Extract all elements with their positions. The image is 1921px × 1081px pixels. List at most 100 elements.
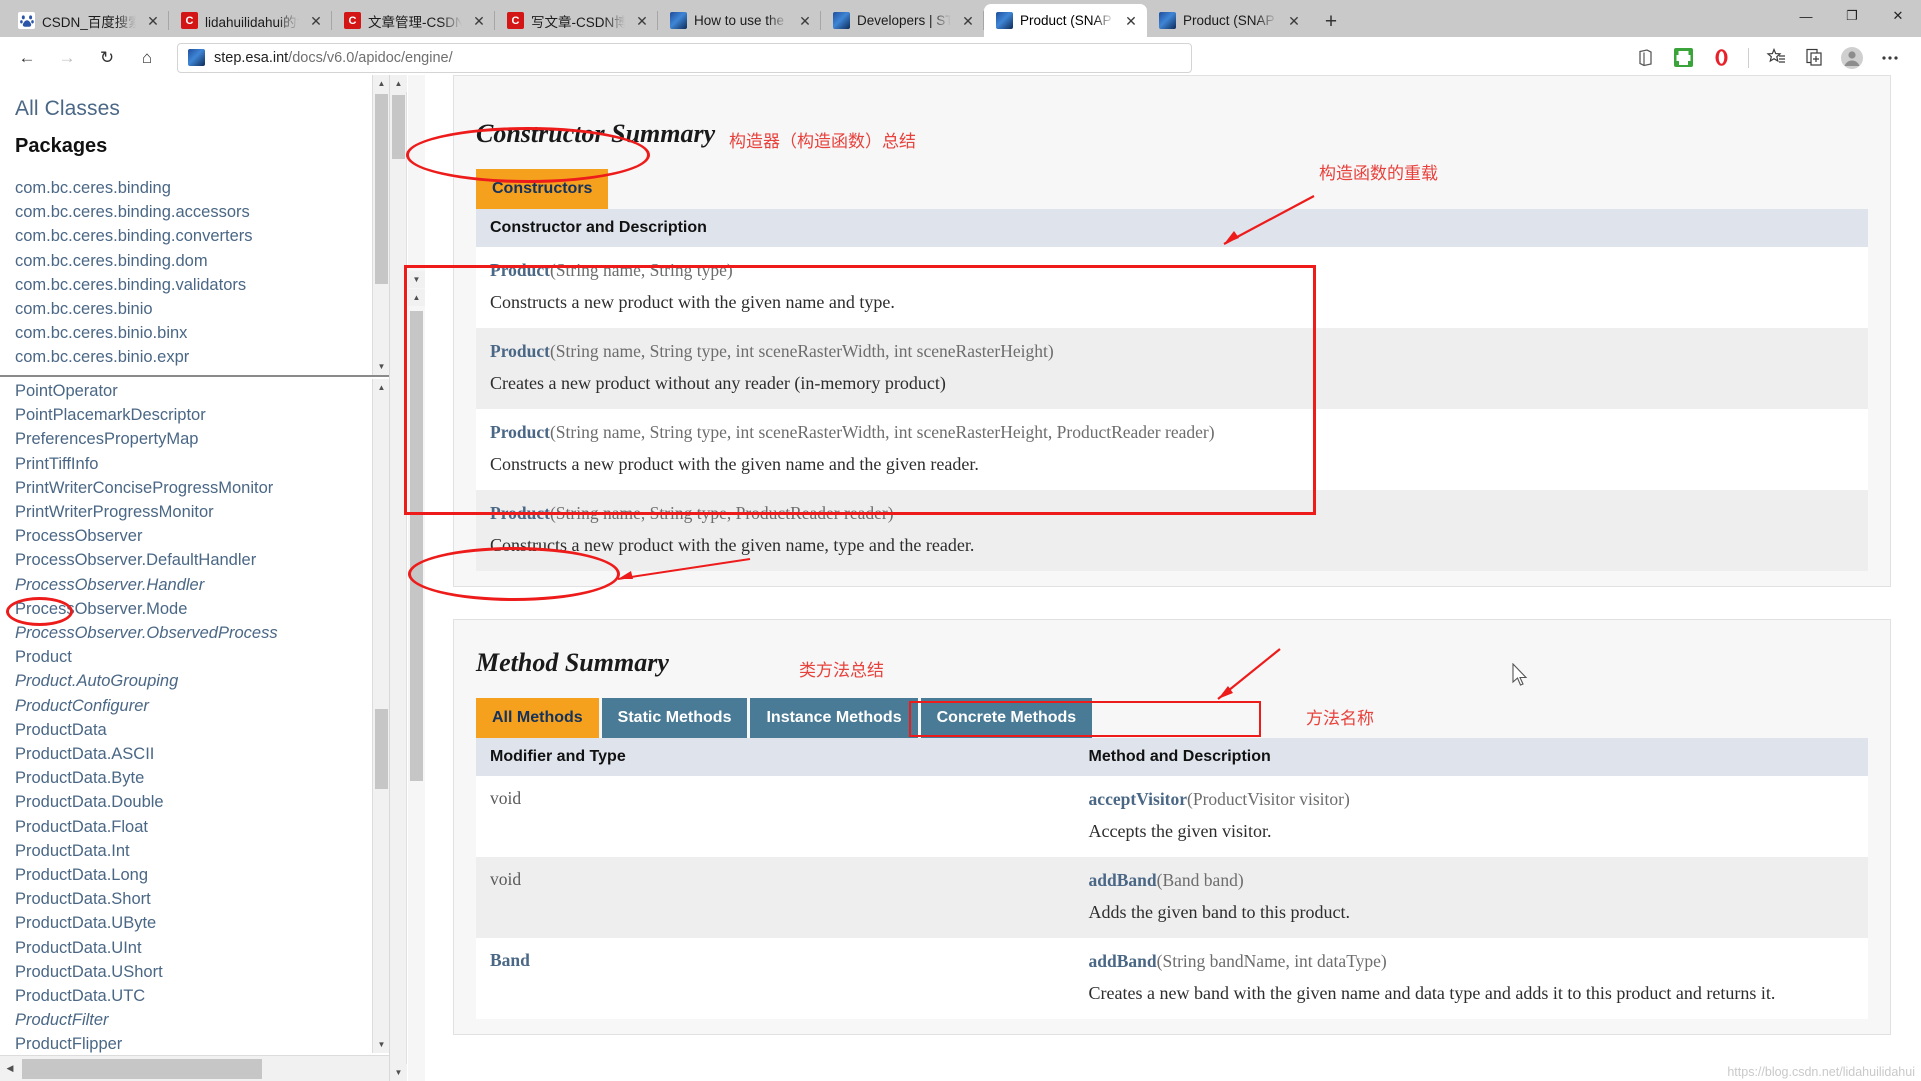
- class-link[interactable]: PrintWriterProgressMonitor: [15, 500, 389, 524]
- tab-close-icon[interactable]: ✕: [632, 11, 652, 31]
- package-link[interactable]: com.bc.ceres.binio.util: [15, 370, 389, 377]
- tab-close-icon[interactable]: ✕: [795, 11, 815, 31]
- tab-instance-methods[interactable]: Instance Methods: [750, 698, 917, 738]
- scroll-up-icon[interactable]: ▲: [373, 379, 389, 396]
- scroll-up-icon[interactable]: ▲: [373, 75, 389, 92]
- scroll-down-icon[interactable]: ▼: [390, 1064, 407, 1081]
- hscrollbar-thumb[interactable]: [22, 1059, 262, 1079]
- outer-page-scrollbar[interactable]: ▲ ▼: [390, 75, 407, 1081]
- class-link[interactable]: Product: [15, 645, 389, 669]
- class-link[interactable]: ProcessObserver.Mode: [15, 597, 389, 621]
- method-name[interactable]: addBand: [1089, 951, 1157, 971]
- class-link[interactable]: ProductFlipper: [15, 1032, 389, 1053]
- class-link[interactable]: ProductData.Double: [15, 790, 389, 814]
- constructor-name[interactable]: Product: [490, 260, 550, 280]
- collections-icon[interactable]: [1628, 41, 1662, 75]
- inner-frame-scrollbar[interactable]: ▲ ▼: [408, 75, 425, 1081]
- scroll-down-icon[interactable]: ▼: [373, 1036, 389, 1053]
- class-link[interactable]: ProductData.Short: [15, 887, 389, 911]
- class-link[interactable]: ProductData.Float: [15, 815, 389, 839]
- method-name[interactable]: acceptVisitor: [1089, 789, 1187, 809]
- maximize-button[interactable]: ❐: [1829, 0, 1875, 32]
- package-link[interactable]: com.bc.ceres.binding.dom: [15, 249, 389, 273]
- constructor-name[interactable]: Product: [490, 341, 550, 361]
- class-link[interactable]: ProductData.UTC: [15, 984, 389, 1008]
- scroll-up-icon[interactable]: ▲: [408, 289, 425, 306]
- package-link[interactable]: com.bc.ceres.binding.converters: [15, 224, 389, 248]
- tab-all-methods[interactable]: All Methods: [476, 698, 599, 738]
- class-link[interactable]: ProductData.ASCII: [15, 742, 389, 766]
- address-bar[interactable]: step.esa.int/docs/v6.0/apidoc/engine/: [177, 43, 1192, 73]
- profile-avatar-icon[interactable]: [1835, 41, 1869, 75]
- package-link[interactable]: com.bc.ceres.binio.expr: [15, 345, 389, 369]
- favorites-icon[interactable]: [1759, 41, 1793, 75]
- browser-tab-2[interactable]: C 文章管理-CSDN博客 ✕: [332, 4, 495, 37]
- class-link[interactable]: ProductData.Int: [15, 839, 389, 863]
- tab-concrete-methods[interactable]: Concrete Methods: [921, 698, 1093, 738]
- package-link[interactable]: com.bc.ceres.binio.binx: [15, 321, 389, 345]
- tab-constructors[interactable]: Constructors: [476, 169, 608, 209]
- constructor-name[interactable]: Product: [490, 422, 550, 442]
- tab-close-icon[interactable]: ✕: [1284, 11, 1304, 31]
- tab-close-icon[interactable]: ✕: [469, 11, 489, 31]
- scroll-down-icon[interactable]: ▼: [373, 358, 389, 375]
- scrollbar-thumb[interactable]: [375, 709, 388, 789]
- printer-icon[interactable]: [1666, 41, 1700, 75]
- horizontal-scrollbar[interactable]: ◀: [0, 1055, 389, 1081]
- tab-close-icon[interactable]: ✕: [306, 11, 326, 31]
- method-name[interactable]: addBand: [1089, 870, 1157, 890]
- scrollbar-thumb[interactable]: [410, 311, 423, 781]
- browser-tab-5[interactable]: Developers | STEP ✕: [821, 4, 984, 37]
- class-link[interactable]: ProcessObserver.Handler: [15, 573, 389, 597]
- method-modifier[interactable]: Band: [490, 950, 530, 970]
- minimize-button[interactable]: —: [1783, 0, 1829, 32]
- browser-tab-3[interactable]: C 写文章-CSDN博客 ✕: [495, 4, 658, 37]
- class-link[interactable]: PointOperator: [15, 379, 389, 403]
- close-window-button[interactable]: ✕: [1875, 0, 1921, 32]
- class-link[interactable]: PointPlacemarkDescriptor: [15, 403, 389, 427]
- class-link[interactable]: ProductData.UInt: [15, 936, 389, 960]
- home-icon[interactable]: ⌂: [128, 41, 166, 75]
- package-link[interactable]: com.bc.ceres.binding: [15, 176, 389, 200]
- class-link[interactable]: Product.AutoGrouping: [15, 669, 389, 693]
- class-link[interactable]: ProductData.Byte: [15, 766, 389, 790]
- package-link[interactable]: com.bc.ceres.binding.accessors: [15, 200, 389, 224]
- add-collection-icon[interactable]: [1797, 41, 1831, 75]
- browser-tab-4[interactable]: How to use the SNAP API ✕: [658, 4, 821, 37]
- new-tab-button[interactable]: +: [1314, 7, 1348, 37]
- package-link[interactable]: com.bc.ceres.binding.validators: [15, 273, 389, 297]
- scroll-down-icon[interactable]: ▼: [408, 271, 425, 288]
- reload-icon[interactable]: ↻: [88, 41, 126, 75]
- class-link[interactable]: ProductData: [15, 718, 389, 742]
- class-link[interactable]: ProductData.UByte: [15, 911, 389, 935]
- scrollbar-thumb[interactable]: [375, 94, 388, 284]
- class-link[interactable]: ProcessObserver.DefaultHandler: [15, 548, 389, 572]
- package-link[interactable]: com.bc.ceres.binio: [15, 297, 389, 321]
- class-link[interactable]: ProductFilter: [15, 1008, 389, 1032]
- class-link[interactable]: ProcessObserver: [15, 524, 389, 548]
- class-link[interactable]: ProductData.Long: [15, 863, 389, 887]
- tab-close-icon[interactable]: ✕: [1121, 11, 1141, 31]
- class-link[interactable]: PrintWriterConciseProgressMonitor: [15, 476, 389, 500]
- package-frame-scrollbar[interactable]: ▲ ▼: [372, 75, 389, 375]
- class-link[interactable]: ProductData.UShort: [15, 960, 389, 984]
- class-link[interactable]: ProductConfigurer: [15, 694, 389, 718]
- all-classes-link[interactable]: All Classes: [15, 97, 389, 121]
- browser-tab-7[interactable]: Product (SNAP Engine ✕: [1147, 4, 1310, 37]
- class-frame-scrollbar[interactable]: ▲ ▼: [372, 379, 389, 1053]
- tab-static-methods[interactable]: Static Methods: [602, 698, 748, 738]
- more-settings-icon[interactable]: [1873, 41, 1907, 75]
- forward-button[interactable]: →: [48, 41, 86, 75]
- class-link[interactable]: PreferencesPropertyMap: [15, 427, 389, 451]
- browser-tab-1[interactable]: C lidahuilidahui的博客 ✕: [169, 4, 332, 37]
- tab-close-icon[interactable]: ✕: [958, 11, 978, 31]
- back-button[interactable]: ←: [8, 41, 46, 75]
- browser-tab-0[interactable]: CSDN_百度搜索 ✕: [6, 4, 169, 37]
- scrollbar-thumb[interactable]: [392, 95, 405, 159]
- class-link[interactable]: ProcessObserver.ObservedProcess: [15, 621, 389, 645]
- browser-tab-6-active[interactable]: Product (SNAP Engine ✕: [984, 4, 1147, 37]
- scroll-up-icon[interactable]: ▲: [390, 75, 407, 92]
- tab-close-icon[interactable]: ✕: [143, 11, 163, 31]
- constructor-name[interactable]: Product: [490, 503, 550, 523]
- scroll-left-icon[interactable]: ◀: [0, 1056, 20, 1081]
